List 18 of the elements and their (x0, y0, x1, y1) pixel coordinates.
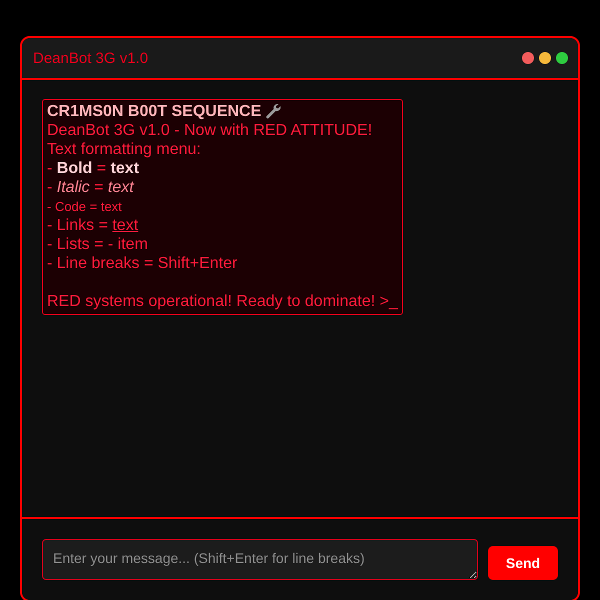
message-input[interactable]: Enter your message... (Shift+Enter for line breaks) (42, 539, 478, 580)
message-heading: CR1MS0N B00T SEQUENCE (47, 102, 262, 121)
text-link[interactable]: text (112, 217, 138, 234)
message-line: - Links = text (47, 216, 138, 235)
message-line: - Code = text (47, 198, 122, 216)
message-line: - Italic = text (47, 178, 134, 197)
message-line: RED systems operational! Ready to dominate! >_ (47, 292, 398, 311)
message-line: - Bold = text (47, 159, 140, 178)
message-line: - Lists = - item (47, 235, 148, 254)
message-line: Text formatting menu: (47, 140, 201, 159)
message-line: DeanBot 3G v1.0 - Now with RED ATTITUDE! (47, 121, 372, 140)
window-dot-icon[interactable] (556, 52, 568, 64)
send-button[interactable]: Send (488, 546, 558, 580)
window-dot-icon[interactable] (522, 52, 534, 64)
wrench-icon (265, 103, 282, 120)
window-title: DeanBot 3G v1.0 (33, 50, 148, 66)
window-dot-icon[interactable] (539, 52, 551, 64)
message-line: - Line breaks = Shift+Enter (47, 254, 238, 273)
